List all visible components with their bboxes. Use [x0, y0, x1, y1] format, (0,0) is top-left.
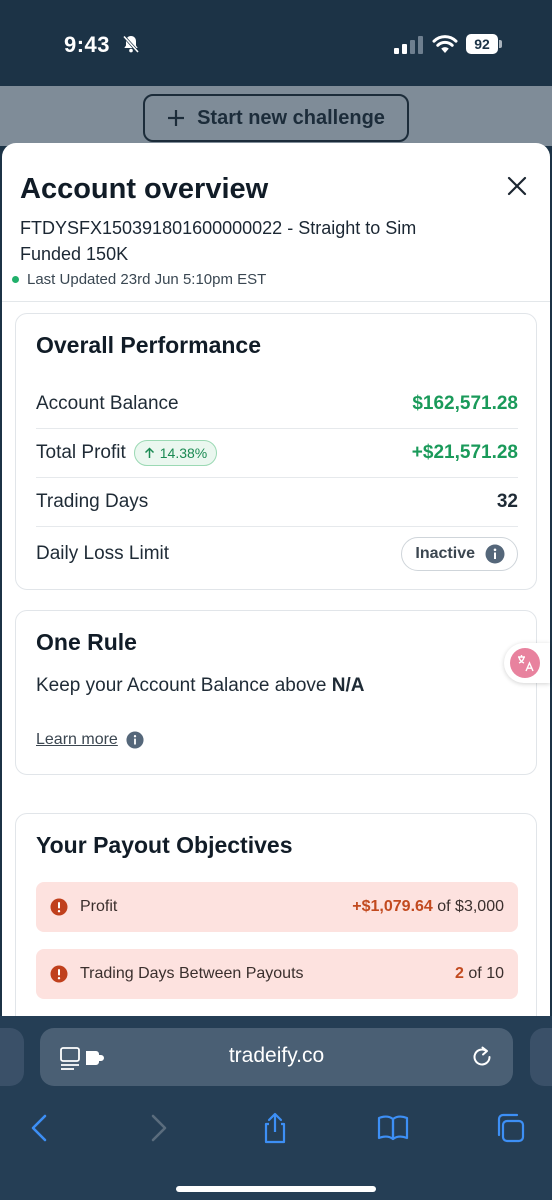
account-id: FTDYSFX150391801600000022 - Straight to … [20, 218, 417, 264]
daily-loss-limit-label: Daily Loss Limit [36, 543, 170, 564]
objective-trading-days-current: 2 [455, 965, 464, 982]
profit-percent: 14.38% [159, 445, 208, 461]
objective-profit-target: of $3,000 [437, 898, 504, 915]
status-dot-icon [12, 276, 19, 283]
alert-icon [50, 965, 68, 983]
account-balance-row: Account Balance $162,571.28 [36, 380, 518, 429]
translate-button[interactable] [504, 643, 550, 683]
info-icon[interactable] [485, 544, 505, 564]
bell-muted-icon [122, 35, 140, 54]
daily-loss-limit-row: Daily Loss Limit Inactive [36, 528, 518, 580]
share-icon[interactable] [259, 1112, 291, 1144]
objective-trading-days-row: Trading Days Between Payouts 2 of 10 [36, 949, 518, 999]
address-bar[interactable]: tradeify.co [40, 1028, 513, 1086]
battery-indicator: 92 [466, 34, 502, 54]
home-indicator [176, 1186, 376, 1192]
daily-loss-limit-status[interactable]: Inactive [401, 537, 518, 571]
objective-trading-days-target: of 10 [468, 965, 504, 982]
close-icon[interactable] [506, 175, 528, 197]
objective-trading-days-progress: 2 of 10 [455, 965, 504, 983]
total-profit-label: Total Profit [36, 442, 126, 463]
account-balance-value: $162,571.28 [412, 393, 518, 414]
overall-performance-card: Overall Performance Account Balance $162… [15, 313, 537, 590]
last-updated-text: Last Updated 23rd Jun 5:10pm EST [27, 271, 267, 288]
back-icon[interactable] [24, 1112, 56, 1144]
forward-icon[interactable] [142, 1112, 174, 1144]
divider [2, 301, 550, 302]
account-balance-label: Account Balance [36, 393, 179, 414]
cellular-signal-icon [394, 36, 423, 54]
wifi-icon [432, 35, 458, 53]
info-icon[interactable] [126, 731, 144, 749]
payout-objectives-title: Your Payout Objectives [36, 832, 293, 858]
arrow-up-icon [144, 447, 154, 458]
total-profit-value: +$21,571.28 [411, 442, 518, 463]
learn-more-link[interactable]: Learn more [36, 731, 144, 749]
status-bar: 9:43 92 [0, 0, 552, 86]
next-tab-peek[interactable] [530, 1028, 552, 1086]
alert-icon [50, 898, 68, 916]
one-rule-card: One Rule Keep your Account Balance above… [15, 610, 537, 775]
objective-profit-row: Profit +$1,079.64 of $3,000 [36, 882, 518, 932]
objective-profit-label: Profit [80, 898, 118, 915]
start-new-challenge-button[interactable]: Start new challenge [143, 94, 409, 142]
objective-trading-days-label: Trading Days Between Payouts [80, 965, 304, 982]
safari-toolbar: tradeify.co [0, 1016, 552, 1200]
url-text: tradeify.co [228, 1044, 325, 1067]
profit-percent-badge: 14.38% [133, 440, 218, 466]
status-time: 9:43 [64, 32, 111, 57]
daily-loss-limit-value: Inactive [415, 545, 475, 562]
trading-days-label: Trading Days [36, 491, 149, 512]
objective-profit-current: +$1,079.64 [352, 898, 433, 915]
one-rule-text-prefix: Keep your Account Balance above [36, 675, 327, 696]
battery-level: 92 [466, 34, 498, 54]
modal-title: Account overview [20, 173, 269, 205]
trading-days-value: 32 [496, 491, 518, 512]
translate-icon [510, 648, 540, 678]
bookmarks-icon[interactable] [377, 1112, 409, 1144]
one-rule-threshold: N/A [331, 675, 365, 696]
previous-tab-peek[interactable] [0, 1028, 24, 1086]
one-rule-text: Keep your Account Balance above N/A [36, 675, 365, 697]
objective-trading-days-left: Trading Days Between Payouts [50, 965, 304, 983]
objective-profit-progress: +$1,079.64 of $3,000 [352, 898, 504, 916]
reload-icon[interactable] [470, 1045, 494, 1069]
last-updated: Last Updated 23rd Jun 5:10pm EST [12, 271, 266, 288]
total-profit-label-group: Total Profit 14.38% [36, 440, 218, 466]
total-profit-row: Total Profit 14.38% +$21,571.28 [36, 429, 518, 478]
tabs-icon[interactable] [494, 1112, 526, 1144]
battery-tip [499, 40, 502, 48]
learn-more-label: Learn more [36, 731, 118, 748]
objective-profit-left: Profit [50, 898, 117, 916]
one-rule-title: One Rule [36, 629, 137, 655]
overall-performance-title: Overall Performance [36, 332, 262, 358]
plus-icon [168, 110, 185, 126]
payout-objectives-card: Your Payout Objectives Profit +$1,079.64… [15, 813, 537, 1043]
trading-days-row: Trading Days 32 [36, 478, 518, 527]
start-new-challenge-label: Start new challenge [197, 106, 385, 129]
account-overview-modal: Account overview FTDYSFX1503918016000000… [2, 143, 550, 1043]
translate-glyph-icon [518, 655, 534, 672]
